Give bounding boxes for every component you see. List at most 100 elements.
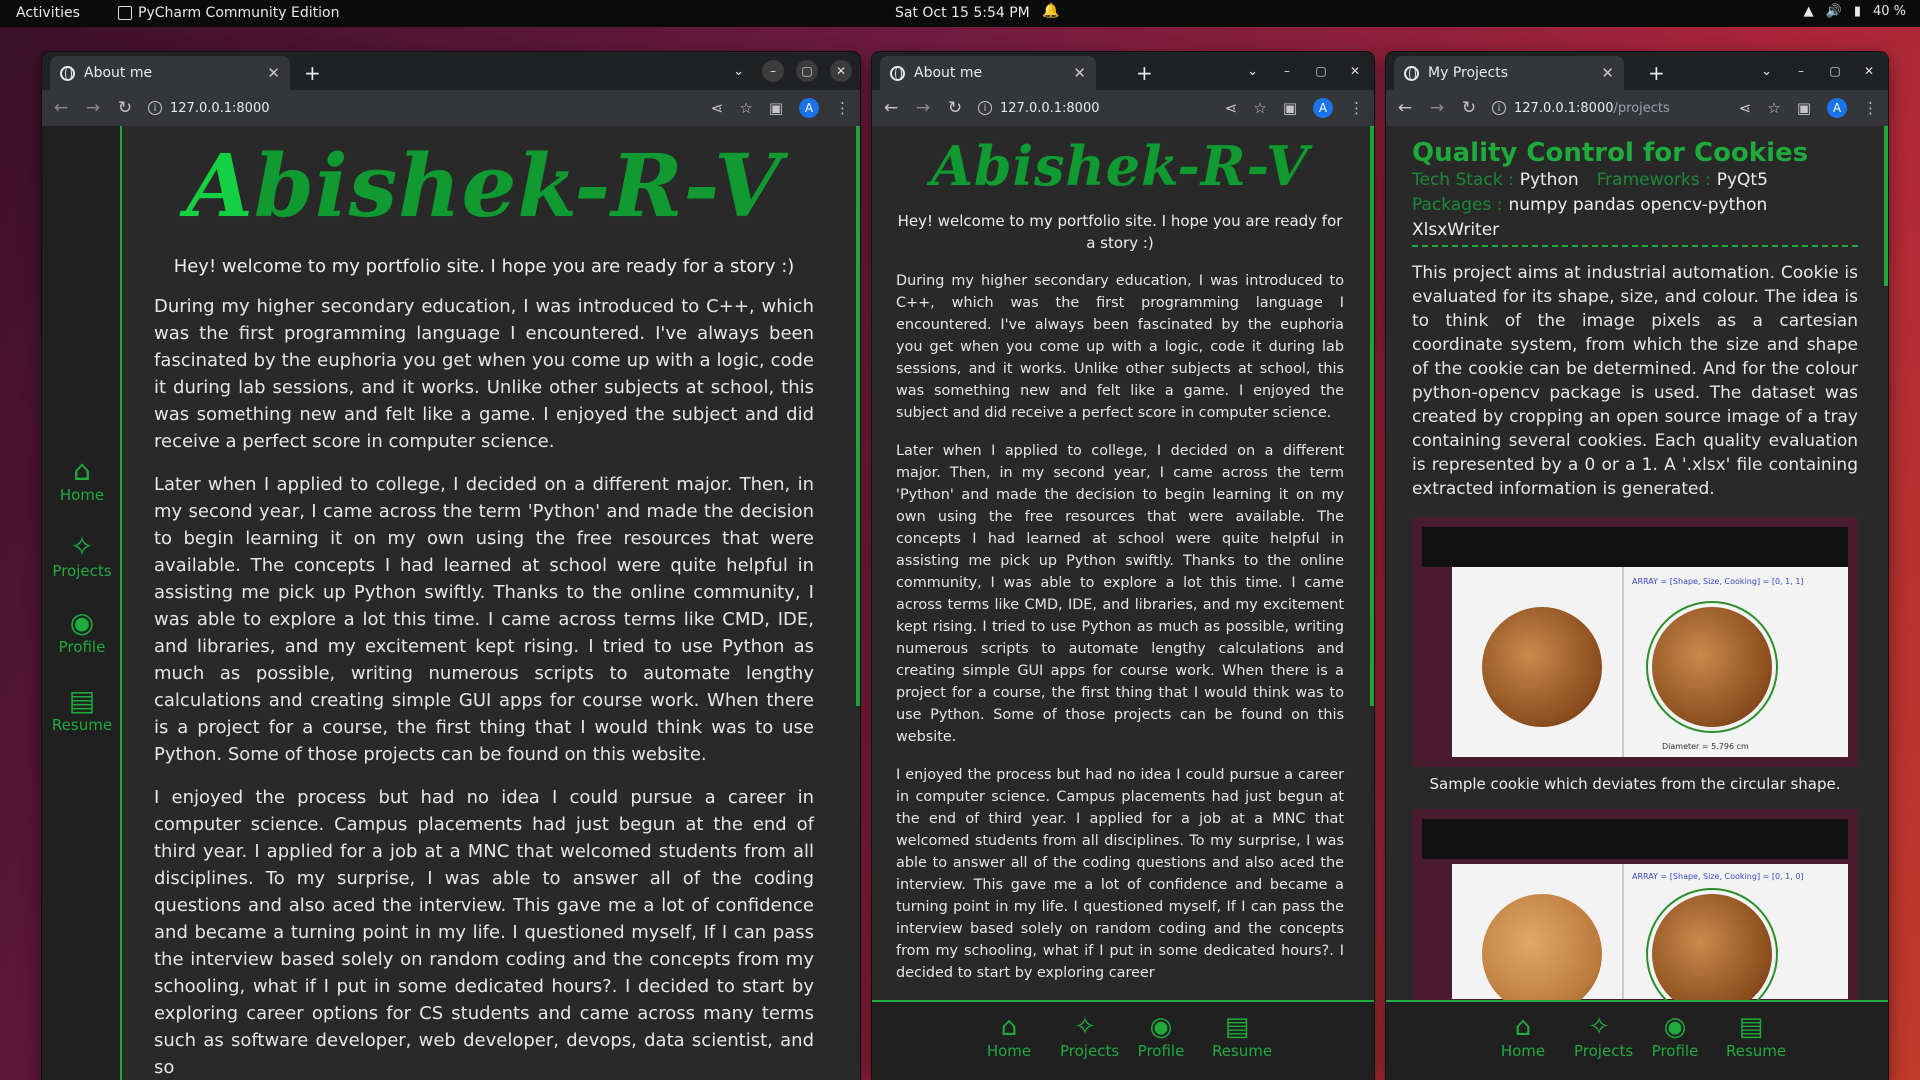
screenshot-app-window: ARRAY = [Shape, Size, Cooking] = [0, 1, … (1452, 864, 1848, 1009)
system-tray[interactable]: ▲ 🔊 ▮ 40 % (1804, 4, 1906, 19)
wifi-icon[interactable]: ▲ (1804, 4, 1814, 19)
bookmark-star-icon[interactable]: ☆ (1767, 99, 1780, 117)
share-icon[interactable]: ⋖ (711, 99, 724, 117)
close-tab-icon[interactable]: ✕ (267, 64, 280, 82)
sidebar-label-projects: Projects (52, 562, 112, 580)
story-paragraph: I enjoyed the process but had no idea I … (154, 787, 814, 1078)
browser-toolbar: ← → ↻ i 127.0.0.1:8000/projects ⋖ ☆ ▣ A … (1386, 90, 1888, 126)
new-tab-button[interactable]: + (304, 61, 321, 85)
close-window-button[interactable]: ✕ (1344, 60, 1366, 82)
tab-about-me[interactable]: About me ✕ (880, 56, 1096, 90)
side-panel-icon[interactable]: ▣ (1797, 99, 1811, 117)
close-window-button[interactable]: ✕ (1858, 60, 1880, 82)
forward-icon[interactable]: → (84, 98, 102, 118)
browser-window-about-narrow: About me ✕ + ⌄ – ▢ ✕ ← → ↻ i 127.0.0.1:8… (872, 52, 1374, 1080)
close-window-button[interactable]: ✕ (830, 60, 852, 82)
back-icon[interactable]: ← (52, 98, 70, 118)
side-panel-icon[interactable]: ▣ (1283, 99, 1297, 117)
pdf-icon: ▤ (1224, 1012, 1250, 1042)
profile-avatar[interactable]: A (1313, 98, 1333, 118)
maximize-button[interactable]: ▢ (796, 60, 818, 82)
address-bar[interactable]: i 127.0.0.1:8000 (978, 101, 1211, 116)
new-tab-button[interactable]: + (1136, 61, 1153, 85)
magic-wand-icon: ✧ (70, 530, 94, 563)
tab-search-chevron-icon[interactable]: ⌄ (733, 64, 744, 79)
site-logo[interactable]: Abishek-R-V (896, 134, 1344, 202)
app-menu[interactable]: PyCharm Community Edition (118, 5, 339, 21)
browser-window-projects: My Projects ✕ + ⌄ – ▢ ✕ ← → ↻ i 127.0.0.… (1386, 52, 1888, 1080)
fit-circle (1646, 888, 1778, 1009)
side-panel-icon[interactable]: ▣ (769, 99, 783, 117)
back-icon[interactable]: ← (1396, 98, 1414, 118)
menu-kebab-icon[interactable]: ⋮ (1863, 99, 1878, 117)
nav-profile[interactable]: ◉ Profile (1650, 1012, 1700, 1080)
github-icon: ◉ (1663, 1012, 1687, 1042)
tab-search-chevron-icon[interactable]: ⌄ (1761, 64, 1772, 79)
clock[interactable]: Sat Oct 15 5:54 PM (895, 5, 1030, 21)
site-logo[interactable]: Abishek-R-V (154, 136, 814, 246)
reload-icon[interactable]: ↻ (116, 98, 134, 118)
sidebar-label-profile: Profile (58, 638, 106, 656)
activities-button[interactable]: Activities (16, 5, 80, 21)
maximize-button[interactable]: ▢ (1824, 60, 1846, 82)
sidebar-item-profile[interactable]: ◉ Profile (42, 606, 122, 657)
menu-kebab-icon[interactable]: ⋮ (1349, 99, 1364, 117)
profile-avatar[interactable]: A (799, 98, 819, 118)
share-icon[interactable]: ⋖ (1225, 99, 1238, 117)
address-bar[interactable]: i 127.0.0.1:8000/projects (1492, 101, 1725, 116)
maximize-button[interactable]: ▢ (1310, 60, 1332, 82)
new-tab-button[interactable]: + (1648, 61, 1665, 85)
nav-projects[interactable]: ✧ Projects (1574, 1012, 1633, 1080)
nav-profile[interactable]: ◉ Profile (1136, 1012, 1186, 1080)
back-icon[interactable]: ← (882, 98, 900, 118)
nav-resume[interactable]: ▤ Resume (1726, 1012, 1786, 1080)
battery-icon[interactable]: ▮ (1854, 4, 1861, 19)
dashed-divider (1412, 245, 1858, 247)
sidebar-item-resume[interactable]: ▤ Resume (42, 686, 122, 735)
minimize-button[interactable]: – (1276, 60, 1298, 82)
home-icon: ⌂ (73, 454, 91, 487)
logo-rest: bishek-R-V (253, 136, 782, 237)
minimize-button[interactable]: – (1790, 60, 1812, 82)
tab-title: About me (914, 65, 983, 81)
close-tab-icon[interactable]: ✕ (1601, 64, 1614, 82)
volume-icon[interactable]: 🔊 (1826, 4, 1842, 19)
share-icon[interactable]: ⋖ (1739, 99, 1752, 117)
site-info-icon[interactable]: i (1492, 101, 1506, 115)
github-icon: ◉ (69, 606, 95, 639)
site-info-icon[interactable]: i (978, 101, 992, 115)
reload-icon[interactable]: ↻ (1460, 98, 1478, 118)
url-text: 127.0.0.1:8000 (170, 100, 270, 116)
nav-home[interactable]: ⌂ Home (1498, 1012, 1548, 1080)
forward-icon[interactable]: → (914, 98, 932, 118)
sidebar-label-home: Home (59, 486, 105, 504)
sidebar-item-home[interactable]: ⌂ Home (42, 454, 122, 505)
browser-window-about-large: About me ✕ + ⌄ – ▢ ✕ ← → ↻ i 127.0.0.1:8… (42, 52, 860, 1080)
battery-percent: 40 % (1872, 4, 1906, 19)
profile-avatar[interactable]: A (1827, 98, 1847, 118)
minimize-button[interactable]: – (762, 60, 784, 82)
bookmark-star-icon[interactable]: ☆ (739, 99, 752, 117)
nav-home[interactable]: ⌂ Home (984, 1012, 1034, 1080)
address-bar[interactable]: i 127.0.0.1:8000 (148, 101, 697, 116)
tab-search-chevron-icon[interactable]: ⌄ (1247, 64, 1258, 79)
close-tab-icon[interactable]: ✕ (1073, 64, 1086, 82)
site-info-icon[interactable]: i (148, 101, 162, 115)
reload-icon[interactable]: ↻ (946, 98, 964, 118)
scrollbar[interactable] (856, 126, 860, 706)
nav-resume[interactable]: ▤ Resume (1212, 1012, 1272, 1080)
screenshot-dark-frame (1422, 819, 1848, 859)
scrollbar[interactable] (1370, 126, 1374, 706)
tab-my-projects[interactable]: My Projects ✕ (1394, 56, 1624, 90)
nav-projects[interactable]: ✧ Projects (1060, 1012, 1119, 1080)
bookmark-star-icon[interactable]: ☆ (1253, 99, 1266, 117)
url-text: 127.0.0.1:8000 (1000, 100, 1100, 116)
menu-kebab-icon[interactable]: ⋮ (835, 99, 850, 117)
pdf-icon: ▤ (1738, 1012, 1764, 1042)
sidebar-item-projects[interactable]: ✧ Projects (42, 530, 122, 581)
forward-icon[interactable]: → (1428, 98, 1446, 118)
scrollbar[interactable] (1884, 126, 1888, 286)
bell-icon[interactable]: 🔔 (1042, 3, 1059, 19)
pycharm-icon (118, 6, 132, 20)
tab-about-me[interactable]: About me ✕ (50, 56, 290, 90)
